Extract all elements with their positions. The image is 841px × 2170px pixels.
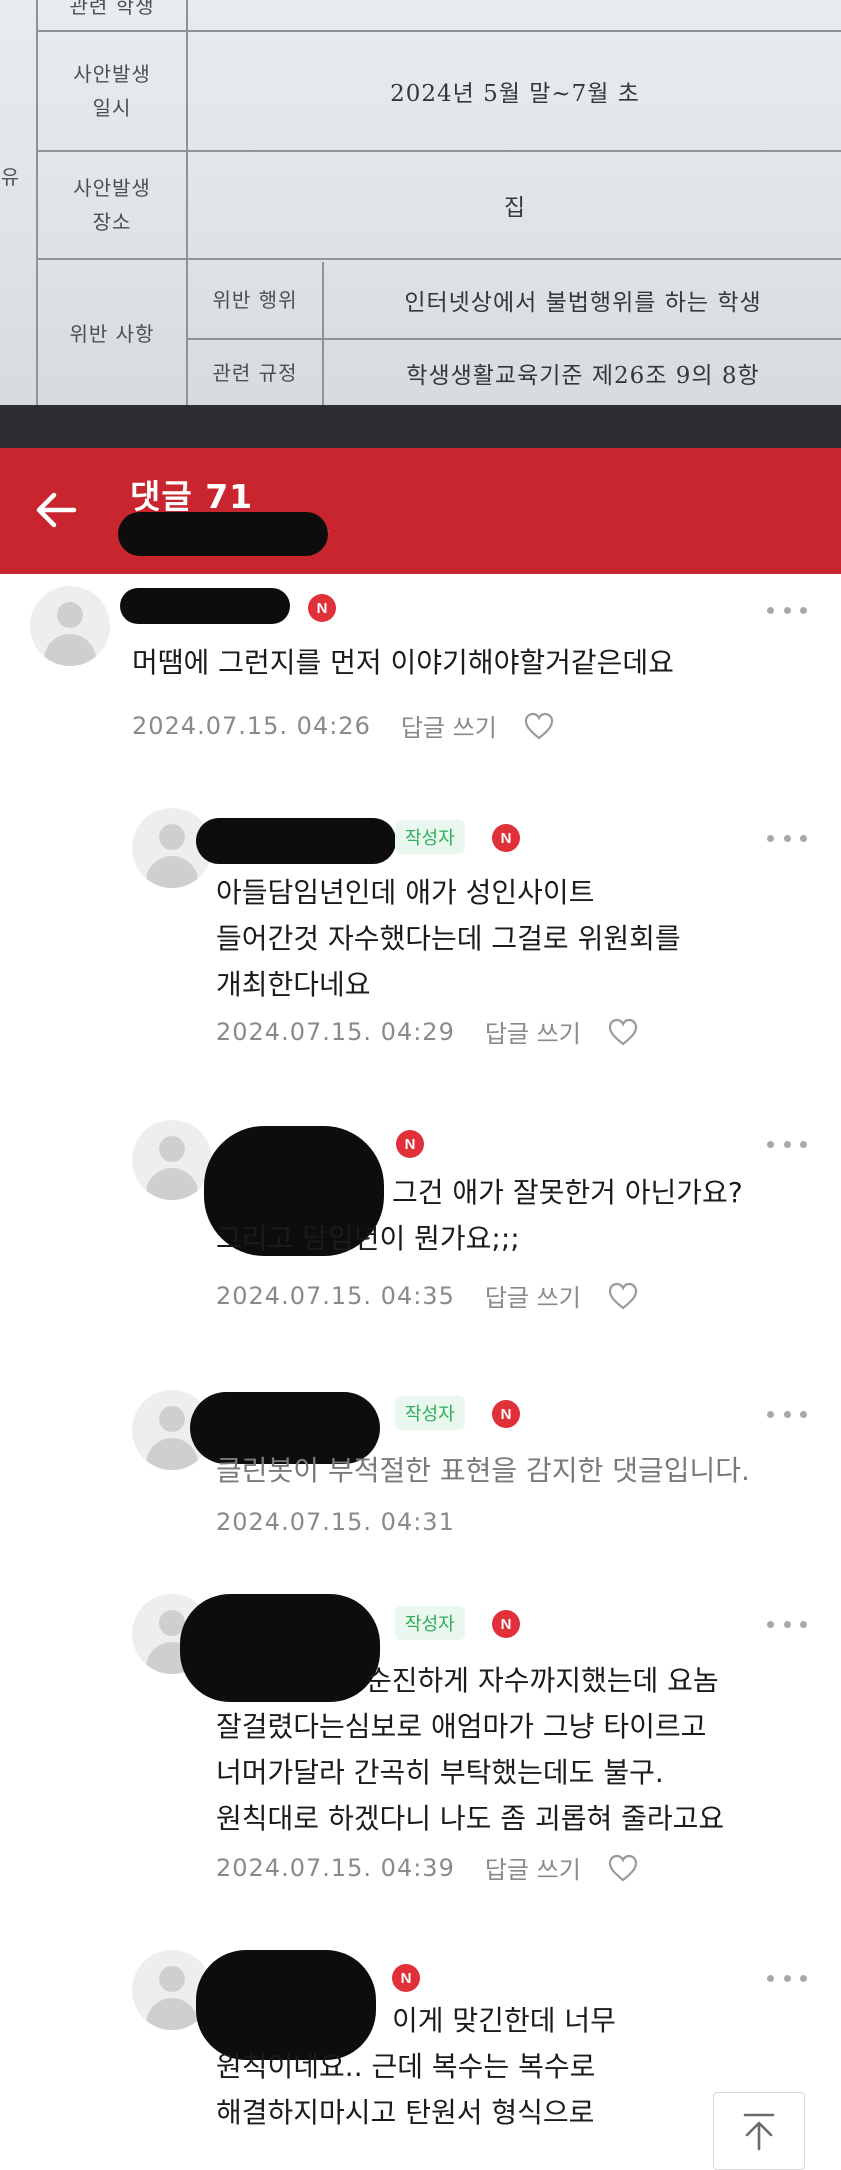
comment-meta: 2024.07.15. 04:29 답글 쓰기 (216, 1014, 639, 1049)
comment-list: N 머땜에 그런지를 먼저 이야기해야할거같은데요 2024.07.15. 04… (0, 574, 841, 2170)
redaction-blob (118, 512, 328, 556)
reply-item: 작성자 N 아들담임년인데 애가 성인사이트 들어간것 자수했다는데 그걸로 위… (0, 808, 841, 1098)
comment-date: 2024.07.15. 04:35 (216, 1281, 455, 1310)
app-bar: 댓글 71 r (0, 448, 841, 574)
new-badge: N (308, 594, 336, 622)
comment-item: N 머땜에 그런지를 먼저 이야기해야할거같은데요 2024.07.15. 04… (0, 574, 841, 774)
reply-item: 작성자 N 클린봇이 부적절한 표현을 감지한 댓글입니다. 2024.07.1… (0, 1386, 841, 1586)
comment-text: 그건 애가 잘못한거 아닌가요? 그리고 담임년이 뭔가요;;; (216, 1176, 743, 1255)
heart-icon[interactable] (607, 1853, 639, 1883)
doc-header-violation-act: 위반 행위 (212, 288, 298, 312)
reply-button[interactable]: 답글 쓰기 (485, 1850, 581, 1885)
avatar (132, 1120, 212, 1200)
reply-button[interactable]: 답글 쓰기 (401, 708, 497, 743)
comment-date: 2024.07.15. 04:26 (132, 711, 371, 740)
page-title: 댓글 71 (130, 477, 254, 516)
redaction-blob (120, 588, 290, 624)
comment-meta: 2024.07.15. 04:39 답글 쓰기 (216, 1850, 639, 1885)
document-table: 관련 학생 사안발생 일시 2024년 5월 말~7월 초 사안발생 장소 집 … (0, 0, 841, 405)
more-dots-icon[interactable] (767, 1618, 807, 1630)
doc-side-char: 유 (0, 164, 20, 189)
scroll-top-button[interactable] (713, 2092, 805, 2170)
scroll-top-icon (743, 2113, 775, 2151)
doc-header-occurrence-date: 사안발생 일시 (73, 62, 151, 120)
redaction-blob (196, 818, 396, 864)
more-dots-icon[interactable] (767, 1408, 807, 1420)
comment-meta: 2024.07.15. 04:31 (216, 1508, 455, 1536)
cleanbot-notice: 클린봇이 부적절한 표현을 감지한 댓글입니다. (216, 1454, 750, 1487)
new-badge: N (392, 1964, 420, 1992)
more-dots-icon[interactable] (767, 832, 807, 844)
document-photo: 관련 학생 사안발생 일시 2024년 5월 말~7월 초 사안발생 장소 집 … (0, 0, 841, 405)
heart-icon[interactable] (607, 1017, 639, 1047)
author-badge: 작성자 (395, 1606, 465, 1640)
reply-item: 작성자 N 순진하게 자수까지했는데 요놈 잘걸렸다는심보로 애엄마가 그냥 타… (0, 1594, 841, 1914)
doc-value-related-rule: 학생생활교육기준 제26조 9의 8항 (406, 362, 760, 389)
doc-header-occurrence-place: 사안발생 장소 (73, 176, 151, 234)
comment-text: 머땜에 그런지를 먼저 이야기해야할거같은데요 (132, 646, 674, 679)
reply-button[interactable]: 답글 쓰기 (485, 1014, 581, 1049)
more-dots-icon[interactable] (767, 604, 807, 616)
comment-meta: 2024.07.15. 04:35 답글 쓰기 (216, 1278, 639, 1313)
comment-text: 아들담임년인데 애가 성인사이트 들어간것 자수했다는데 그걸로 위원회를 개최… (216, 876, 681, 1001)
more-dots-icon[interactable] (767, 1138, 807, 1150)
doc-header-related-student: 관련 학생 (69, 0, 155, 18)
heart-icon[interactable] (607, 1281, 639, 1311)
comment-date: 2024.07.15. 04:39 (216, 1853, 455, 1882)
comment-date: 2024.07.15. 04:31 (216, 1508, 455, 1536)
new-badge: N (492, 824, 520, 852)
heart-icon[interactable] (523, 711, 555, 741)
back-button[interactable] (30, 484, 82, 536)
avatar (30, 586, 110, 666)
author-badge: 작성자 (395, 1396, 465, 1430)
new-badge: N (396, 1130, 424, 1158)
arrow-left-icon (36, 492, 77, 528)
more-dots-icon[interactable] (767, 1972, 807, 1984)
doc-value-occurrence-date: 2024년 5월 말~7월 초 (390, 81, 640, 107)
new-badge: N (492, 1610, 520, 1638)
screenshot-separator (0, 405, 841, 448)
new-badge: N (492, 1400, 520, 1428)
doc-value-occurrence-place: 집 (503, 195, 527, 221)
author-badge: 작성자 (395, 820, 465, 854)
reply-button[interactable]: 답글 쓰기 (485, 1278, 581, 1313)
comment-date: 2024.07.15. 04:29 (216, 1017, 455, 1046)
doc-header-related-rule: 관련 규정 (212, 360, 298, 385)
comment-meta: 2024.07.15. 04:26 답글 쓰기 (132, 708, 555, 743)
comment-text: 순진하게 자수까지했는데 요놈 잘걸렸다는심보로 애엄마가 그냥 타이르고 너머… (216, 1664, 725, 1835)
doc-header-violation: 위반 사항 (69, 321, 155, 346)
reply-item: N 그건 애가 잘못한거 아닌가요? 그리고 담임년이 뭔가요;;; 2024.… (0, 1120, 841, 1370)
doc-value-violation-act: 인터넷상에서 불법행위를 하는 학생 (404, 290, 762, 316)
